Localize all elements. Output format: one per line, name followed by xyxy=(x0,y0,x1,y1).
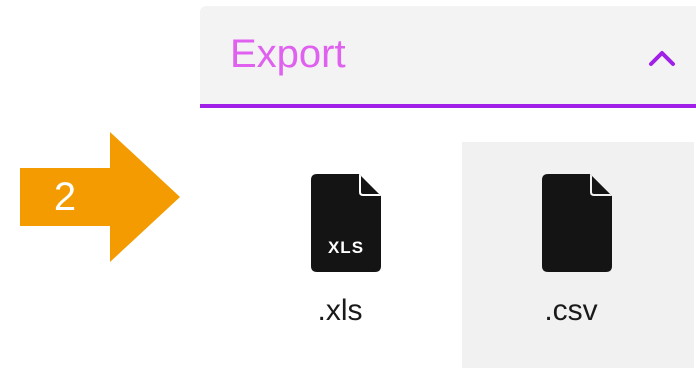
step-number: 2 xyxy=(53,175,77,219)
export-csv-option[interactable]: .csv xyxy=(462,142,694,368)
export-xls-option[interactable]: XLS .xls xyxy=(228,142,460,368)
file-icon xyxy=(542,174,612,272)
export-options: XLS .xls .csv xyxy=(200,108,696,390)
panel-title: Export xyxy=(230,32,346,76)
xls-tag: XLS xyxy=(328,238,364,257)
xls-option-label: .xls xyxy=(317,294,363,327)
screen: 2 Export XLS .xls .csv xyxy=(0,0,696,390)
export-panel: Export XLS .xls .csv xyxy=(200,6,696,390)
collapse-toggle-button[interactable] xyxy=(640,36,684,80)
csv-option-label: .csv xyxy=(544,294,598,327)
export-panel-header[interactable]: Export xyxy=(200,6,696,108)
xls-file-icon: XLS xyxy=(311,174,381,272)
chevron-up-icon xyxy=(649,51,675,66)
